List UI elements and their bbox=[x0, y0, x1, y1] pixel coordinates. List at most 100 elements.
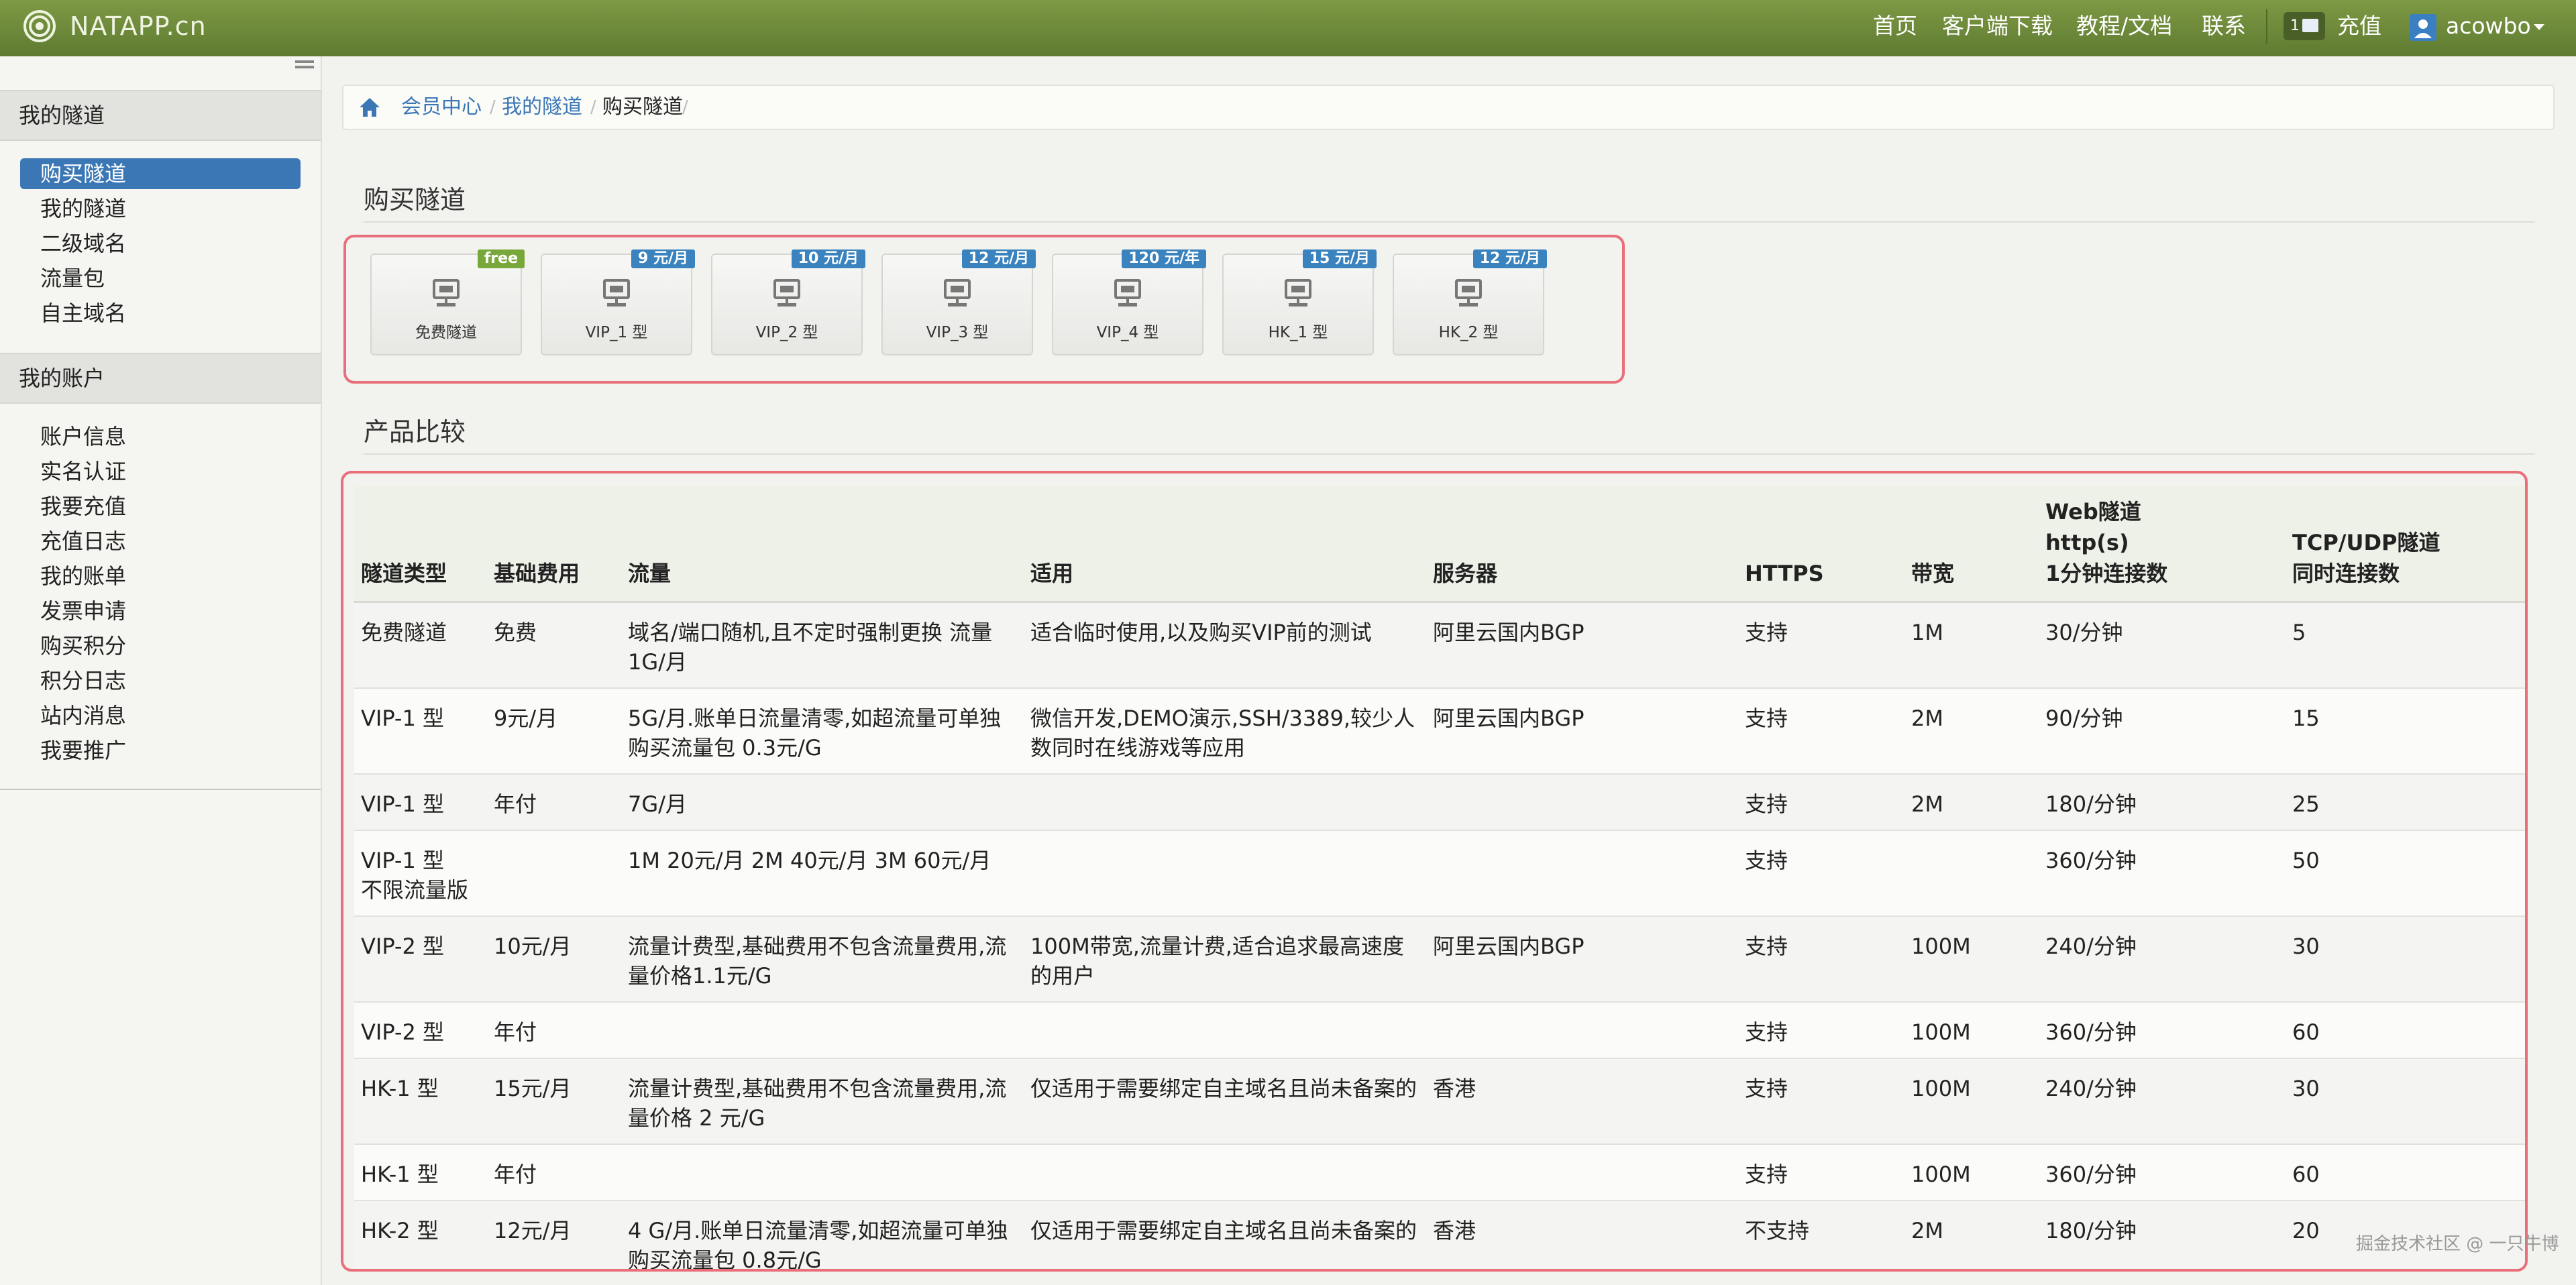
sidebar-item-label: 发票申请 bbox=[40, 598, 127, 624]
table-cell: VIP-1 型 bbox=[354, 687, 487, 774]
table-cell: 100M带宽,流量计费,适合追求最高速度的用户 bbox=[1024, 915, 1426, 1002]
table-cell: 180/分钟 bbox=[2039, 773, 2286, 830]
brand-name[interactable]: NATAPP.cn bbox=[70, 9, 207, 43]
product-name: VIP_1 型 bbox=[585, 324, 648, 341]
sidebar-item-invoice[interactable]: 发票申请 bbox=[20, 596, 301, 626]
sidebar-item-label: 我要充值 bbox=[40, 494, 127, 519]
table-cell: 支持 bbox=[1738, 687, 1904, 774]
product-tile-hk1[interactable]: 15 元/月 HK_1 型 bbox=[1222, 249, 1377, 355]
sidebar-item-recharge[interactable]: 我要充值 bbox=[20, 491, 301, 522]
product-tile-vip2[interactable]: 10 元/月 VIP_2 型 bbox=[711, 249, 865, 355]
table-row: HK-1 型 15元/月 流量计费型,基础费用不包含流量费用,流量价格 2 元/G 仅… bbox=[354, 1058, 2525, 1144]
sidebar-item-buy-tunnel[interactable]: 购买隧道 bbox=[20, 158, 301, 189]
table-cell: 240/分钟 bbox=[2039, 915, 2286, 1002]
table-row: VIP-2 型 10元/月 流量计费型,基础费用不包含流量费用,流量价格1.1元/G… bbox=[354, 915, 2525, 1002]
table-cell: HK-2 型 bbox=[354, 1200, 487, 1269]
user-avatar-icon[interactable] bbox=[2410, 14, 2436, 41]
table-cell: 年付 bbox=[487, 1143, 621, 1200]
sidebar-item-recharge-log[interactable]: 充值日志 bbox=[20, 526, 301, 557]
table-cell: 180/分钟 bbox=[2039, 1200, 2286, 1269]
product-name: VIP_3 型 bbox=[926, 324, 989, 341]
natapp-logo-icon[interactable] bbox=[23, 9, 56, 43]
table-row: VIP-2 型年付 支持 100M 360/分钟 60 bbox=[354, 1001, 2525, 1058]
table-cell: 仅适用于需要绑定自主域名且尚未备案的 bbox=[1024, 1200, 1426, 1269]
nav-home-link[interactable]: 首页 bbox=[1873, 9, 1917, 43]
sidebar-collapse-icon[interactable] bbox=[295, 60, 314, 75]
sidebar-item-account-info[interactable]: 账户信息 bbox=[20, 421, 301, 452]
table-cell: 360/分钟 bbox=[2039, 830, 2286, 916]
messages-button[interactable]: 1 bbox=[2284, 12, 2325, 40]
table-cell: 阿里云国内BGP bbox=[1426, 687, 1738, 774]
sidebar-section-title: 我的隧道 bbox=[19, 103, 105, 128]
price-badge: 10 元/月 bbox=[791, 249, 865, 268]
table-cell bbox=[1426, 1143, 1738, 1200]
sidebar-item-buy-points[interactable]: 购买积分 bbox=[20, 630, 301, 661]
table-cell: 90/分钟 bbox=[2039, 687, 2286, 774]
price-badge: 12 元/月 bbox=[961, 249, 1036, 268]
table-cell: 30 bbox=[2286, 1058, 2525, 1144]
table-cell: 15元/月 bbox=[487, 1058, 621, 1144]
table-cell: 支持 bbox=[1738, 1058, 1904, 1144]
sidebar-item-label: 流量包 bbox=[40, 266, 105, 291]
product-tile-vip3[interactable]: 12 元/月 VIP_3 型 bbox=[881, 249, 1036, 355]
table-row: HK-1 型年付 支持 100M 360/分钟 60 bbox=[354, 1143, 2525, 1200]
product-tile-vip1[interactable]: 9 元/月 VIP_1 型 bbox=[541, 249, 695, 355]
breadcrumb-my-tunnels[interactable]: 我的隧道 bbox=[502, 86, 582, 129]
message-count: 1 bbox=[2290, 17, 2300, 34]
sidebar-item-custom-domain[interactable]: 自主域名 bbox=[20, 298, 301, 329]
sidebar-item-label: 积分日志 bbox=[40, 668, 127, 693]
product-name: HK_2 型 bbox=[1438, 324, 1499, 341]
server-icon bbox=[433, 279, 460, 306]
product-name: HK_1 型 bbox=[1268, 324, 1328, 341]
table-cell: 100M bbox=[1904, 915, 2039, 1002]
home-icon[interactable] bbox=[358, 97, 381, 118]
table-cell: 香港 bbox=[1426, 1200, 1738, 1269]
breadcrumb-member-center[interactable]: 会员中心 bbox=[401, 86, 482, 129]
sidebar-item-real-name[interactable]: 实名认证 bbox=[20, 456, 301, 487]
sidebar-item-subdomain[interactable]: 二级域名 bbox=[20, 228, 301, 259]
table-cell bbox=[621, 1143, 1024, 1200]
nav-client-download-link[interactable]: 客户端下载 bbox=[1942, 9, 2053, 43]
table-cell: 仅适用于需要绑定自主域名且尚未备案的 bbox=[1024, 1058, 1426, 1144]
breadcrumb-separator: / bbox=[682, 97, 688, 117]
sidebar-item-messages[interactable]: 站内消息 bbox=[20, 700, 301, 731]
product-name: VIP_4 型 bbox=[1096, 324, 1159, 341]
table-cell: 免费 bbox=[487, 601, 621, 688]
table-cell: 30/分钟 bbox=[2039, 601, 2286, 688]
table-cell: 100M bbox=[1904, 1001, 2039, 1058]
product-tile-free[interactable]: free 免费隧道 bbox=[370, 249, 525, 355]
sidebar-item-label: 购买积分 bbox=[40, 633, 127, 659]
sidebar-item-bills[interactable]: 我的账单 bbox=[20, 561, 301, 592]
nav-docs-link[interactable]: 教程/文档 bbox=[2076, 9, 2172, 43]
nav-recharge-link[interactable]: 充值 bbox=[2337, 9, 2381, 43]
product-name: 免费隧道 bbox=[415, 324, 477, 341]
table-cell: 360/分钟 bbox=[2039, 1001, 2286, 1058]
table-cell: VIP-2 型 bbox=[354, 915, 487, 1002]
table-row: VIP-1 型年付 7G/月 支持 2M 180/分钟 25 bbox=[354, 773, 2525, 830]
table-cell: 10元/月 bbox=[487, 915, 621, 1002]
price-badge: 15 元/月 bbox=[1302, 249, 1377, 268]
column-header: 基础费用 bbox=[487, 486, 621, 603]
price-badge: 120 元/年 bbox=[1122, 249, 1206, 268]
sidebar-item-label: 我要推广 bbox=[40, 738, 127, 763]
table-cell bbox=[621, 1001, 1024, 1058]
table-cell: HK-1 型 bbox=[354, 1143, 487, 1200]
nav-contact-link[interactable]: 联系 bbox=[2202, 9, 2246, 43]
sidebar-section-title: 我的账户 bbox=[19, 366, 105, 391]
table-cell: 2M bbox=[1904, 687, 2039, 774]
table-cell bbox=[1426, 1001, 1738, 1058]
user-menu[interactable]: acowbo bbox=[2446, 9, 2531, 43]
sidebar-item-promote[interactable]: 我要推广 bbox=[20, 735, 301, 766]
table-cell: 1M 20元/月 2M 40元/月 3M 60元/月 bbox=[621, 830, 1024, 916]
table-cell: 7G/月 bbox=[621, 773, 1024, 830]
sidebar-item-traffic-pack[interactable]: 流量包 bbox=[20, 263, 301, 294]
sidebar-item-points-log[interactable]: 积分日志 bbox=[20, 665, 301, 696]
table-cell: 支持 bbox=[1738, 915, 1904, 1002]
table-cell: 5 bbox=[2286, 601, 2525, 688]
sidebar-item-my-tunnels[interactable]: 我的隧道 bbox=[20, 193, 301, 224]
product-tile-vip4[interactable]: 120 元/年 VIP_4 型 bbox=[1052, 249, 1206, 355]
compare-table-highlight: 隧道类型 基础费用 流量 适用 服务器 HTTPS 带宽 Web隧道 http(… bbox=[341, 471, 2528, 1272]
chevron-down-icon[interactable] bbox=[2534, 24, 2544, 30]
server-icon bbox=[773, 279, 800, 306]
product-tile-hk2[interactable]: 12 元/月 HK_2 型 bbox=[1393, 249, 1547, 355]
